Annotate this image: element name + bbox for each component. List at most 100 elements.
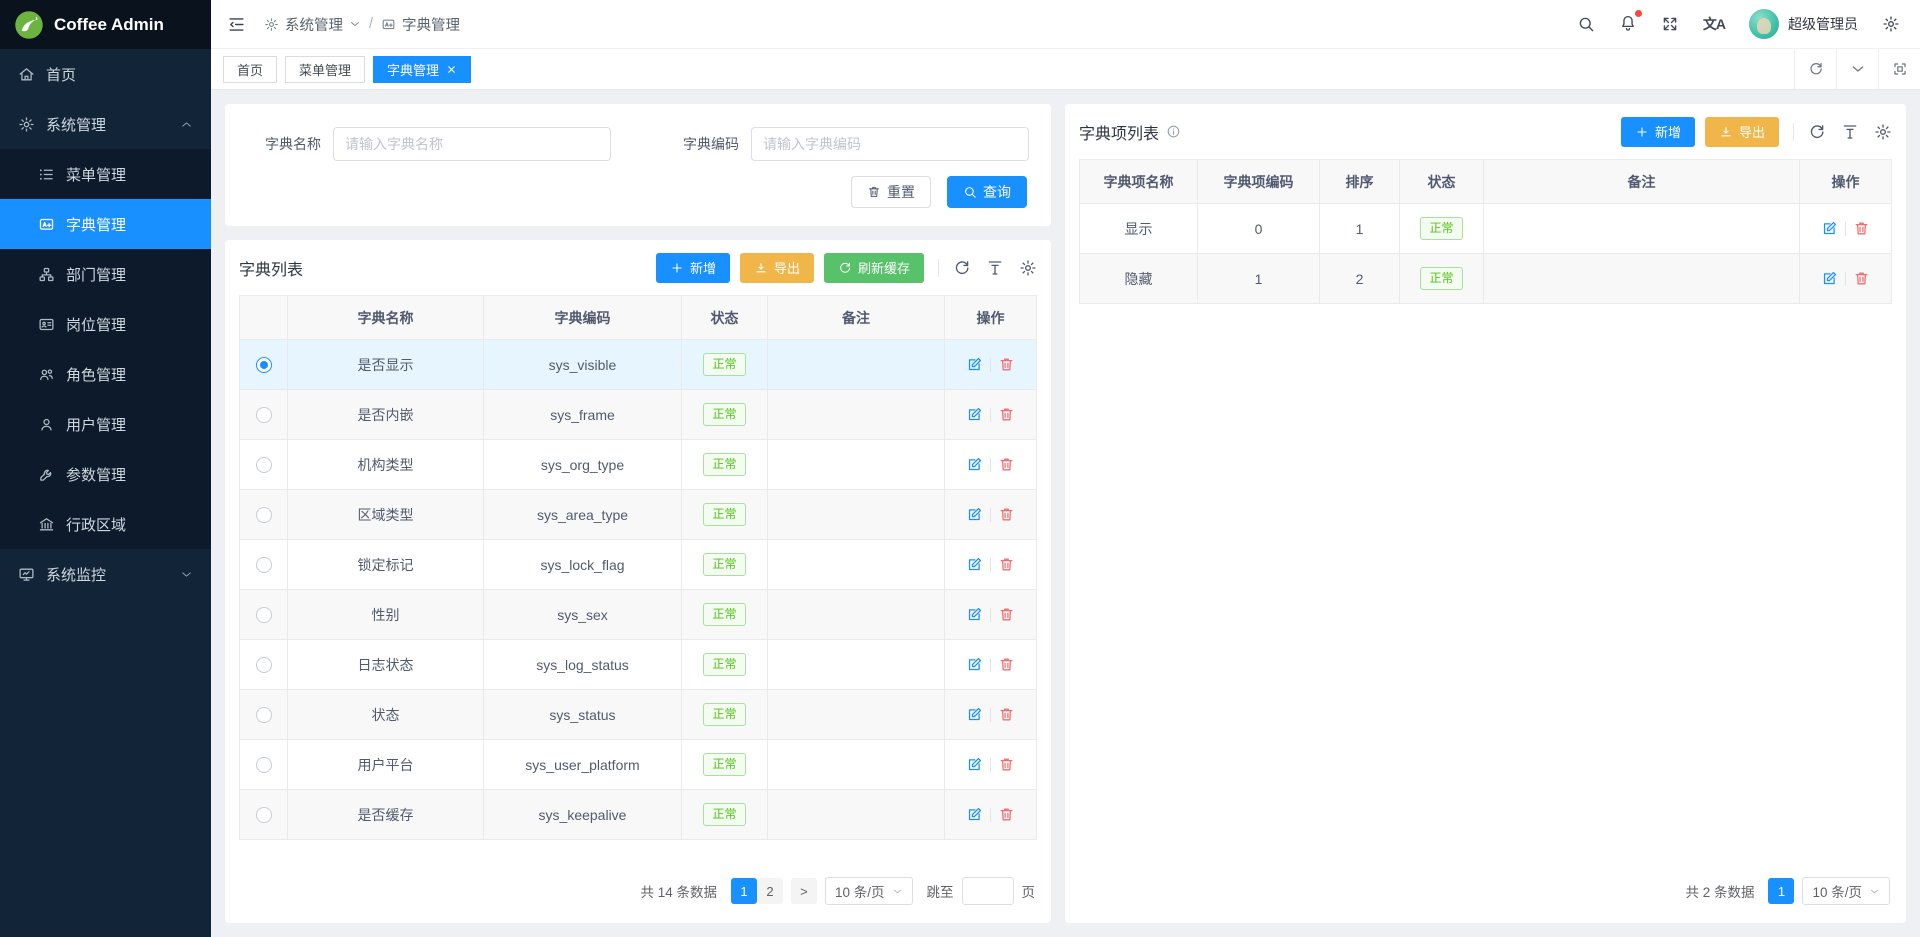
sidebar-group-monitor[interactable]: 系统监控 [0, 549, 211, 599]
delete-icon[interactable] [998, 606, 1015, 623]
info-icon[interactable] [1166, 124, 1181, 139]
sidebar-subitem-3[interactable]: 部门管理 [0, 249, 211, 299]
column-header: 字典项名称 [1080, 160, 1198, 204]
table-row[interactable]: 机构类型 sys_org_type 正常 [240, 440, 1037, 490]
page-size-select[interactable]: 10 条/页 [1802, 877, 1890, 905]
page-tab-2[interactable]: 菜单管理 [285, 56, 365, 83]
sidebar-subitem-1[interactable]: 菜单管理 [0, 149, 211, 199]
reload-table-icon[interactable] [1808, 123, 1826, 141]
delete-icon[interactable] [998, 356, 1015, 373]
delete-icon[interactable] [998, 506, 1015, 523]
reset-button[interactable]: 重置 [851, 176, 931, 208]
next-page-button[interactable]: > [791, 878, 817, 904]
edit-icon[interactable] [1821, 220, 1838, 237]
row-radio[interactable] [256, 407, 272, 423]
delete-icon[interactable] [998, 406, 1015, 423]
page-button-2[interactable]: 2 [757, 878, 783, 904]
row-radio[interactable] [256, 657, 272, 673]
delete-icon[interactable] [998, 656, 1015, 673]
sidebar-item-home[interactable]: 首页 [0, 49, 211, 99]
table-row[interactable]: 性别 sys_sex 正常 [240, 590, 1037, 640]
edit-icon[interactable] [966, 556, 983, 573]
delete-icon[interactable] [998, 756, 1015, 773]
column-settings-icon[interactable] [1874, 123, 1892, 141]
delete-icon[interactable] [998, 806, 1015, 823]
page-size-select[interactable]: 10 条/页 [825, 877, 913, 905]
export-dict-item-button[interactable]: 导出 [1705, 117, 1779, 147]
page-jump-input[interactable] [962, 877, 1014, 905]
dict-name-input[interactable] [333, 127, 611, 161]
delete-icon[interactable] [1853, 220, 1870, 237]
delete-icon[interactable] [998, 556, 1015, 573]
edit-icon[interactable] [1821, 270, 1838, 287]
sidebar-subitem-5[interactable]: 角色管理 [0, 349, 211, 399]
sidebar-subitem-7[interactable]: 参数管理 [0, 449, 211, 499]
table-row[interactable]: 状态 sys_status 正常 [240, 690, 1037, 740]
page-button-1[interactable]: 1 [1768, 878, 1794, 904]
table-row[interactable]: 是否显示 sys_visible 正常 [240, 340, 1037, 390]
page-button-1[interactable]: 1 [731, 878, 757, 904]
table-row[interactable]: 用户平台 sys_user_platform 正常 [240, 740, 1037, 790]
table-row[interactable]: 日志状态 sys_log_status 正常 [240, 640, 1037, 690]
delete-icon[interactable] [998, 456, 1015, 473]
query-button[interactable]: 查询 [947, 176, 1027, 208]
row-radio[interactable] [256, 807, 272, 823]
dict-code-input[interactable] [751, 127, 1029, 161]
export-dict-button[interactable]: 导出 [740, 253, 814, 283]
row-density-icon[interactable] [986, 259, 1004, 277]
row-radio[interactable] [256, 607, 272, 623]
row-radio[interactable] [256, 557, 272, 573]
gear-icon [18, 116, 35, 133]
add-dict-button[interactable]: 新增 [656, 253, 730, 283]
edit-icon[interactable] [966, 406, 983, 423]
sidebar-collapse-icon[interactable] [227, 15, 246, 34]
edit-icon[interactable] [966, 706, 983, 723]
page-tab-1[interactable]: 首页 [223, 56, 277, 83]
column-settings-icon[interactable] [1019, 259, 1037, 277]
edit-icon[interactable] [966, 806, 983, 823]
row-radio[interactable] [256, 357, 272, 373]
edit-icon[interactable] [966, 356, 983, 373]
edit-icon[interactable] [966, 656, 983, 673]
sidebar-subitem-2[interactable]: 字典管理 [0, 199, 211, 249]
reload-table-icon[interactable] [953, 259, 971, 277]
sidebar-subitem-6[interactable]: 用户管理 [0, 399, 211, 449]
row-radio[interactable] [256, 507, 272, 523]
table-row[interactable]: 显示 0 1 正常 [1080, 204, 1892, 254]
table-row[interactable]: 是否缓存 sys_keepalive 正常 [240, 790, 1037, 840]
row-radio[interactable] [256, 457, 272, 473]
refresh-cache-button[interactable]: 刷新缓存 [824, 253, 924, 283]
table-row[interactable]: 是否内嵌 sys_frame 正常 [240, 390, 1037, 440]
edit-icon[interactable] [966, 606, 983, 623]
settings-gear-icon[interactable] [1882, 15, 1900, 33]
status-badge: 正常 [703, 503, 745, 525]
tabs-dropdown-button[interactable] [1836, 49, 1878, 89]
edit-icon[interactable] [966, 506, 983, 523]
row-radio[interactable] [256, 757, 272, 773]
row-density-icon[interactable] [1841, 123, 1859, 141]
breadcrumb-item-system[interactable]: 系统管理 [264, 14, 361, 35]
sidebar-subitem-8[interactable]: 行政区域 [0, 499, 211, 549]
sidebar-subitem-4[interactable]: 岗位管理 [0, 299, 211, 349]
close-icon[interactable] [446, 64, 457, 75]
page-tab-3[interactable]: 字典管理 [373, 56, 471, 83]
maximize-content-button[interactable] [1878, 49, 1920, 89]
fullscreen-icon[interactable] [1661, 15, 1679, 33]
edit-icon[interactable] [966, 456, 983, 473]
translate-icon[interactable]: 文A [1703, 14, 1725, 34]
table-row[interactable]: 隐藏 1 2 正常 [1080, 254, 1892, 304]
table-row[interactable]: 区域类型 sys_area_type 正常 [240, 490, 1037, 540]
refresh-page-button[interactable] [1794, 49, 1836, 89]
column-header: 字典编码 [484, 296, 682, 340]
search-icon[interactable] [1577, 15, 1595, 33]
notifications-button[interactable] [1619, 14, 1637, 35]
table-row[interactable]: 锁定标记 sys_lock_flag 正常 [240, 540, 1037, 590]
sidebar-group-system[interactable]: 系统管理 [0, 99, 211, 149]
user-menu[interactable]: 超级管理员 [1749, 9, 1858, 39]
delete-icon[interactable] [1853, 270, 1870, 287]
delete-icon[interactable] [998, 706, 1015, 723]
add-dict-item-button[interactable]: 新增 [1621, 117, 1695, 147]
row-radio[interactable] [256, 707, 272, 723]
edit-icon[interactable] [966, 756, 983, 773]
breadcrumb-item-dict[interactable]: 字典管理 [381, 14, 460, 35]
